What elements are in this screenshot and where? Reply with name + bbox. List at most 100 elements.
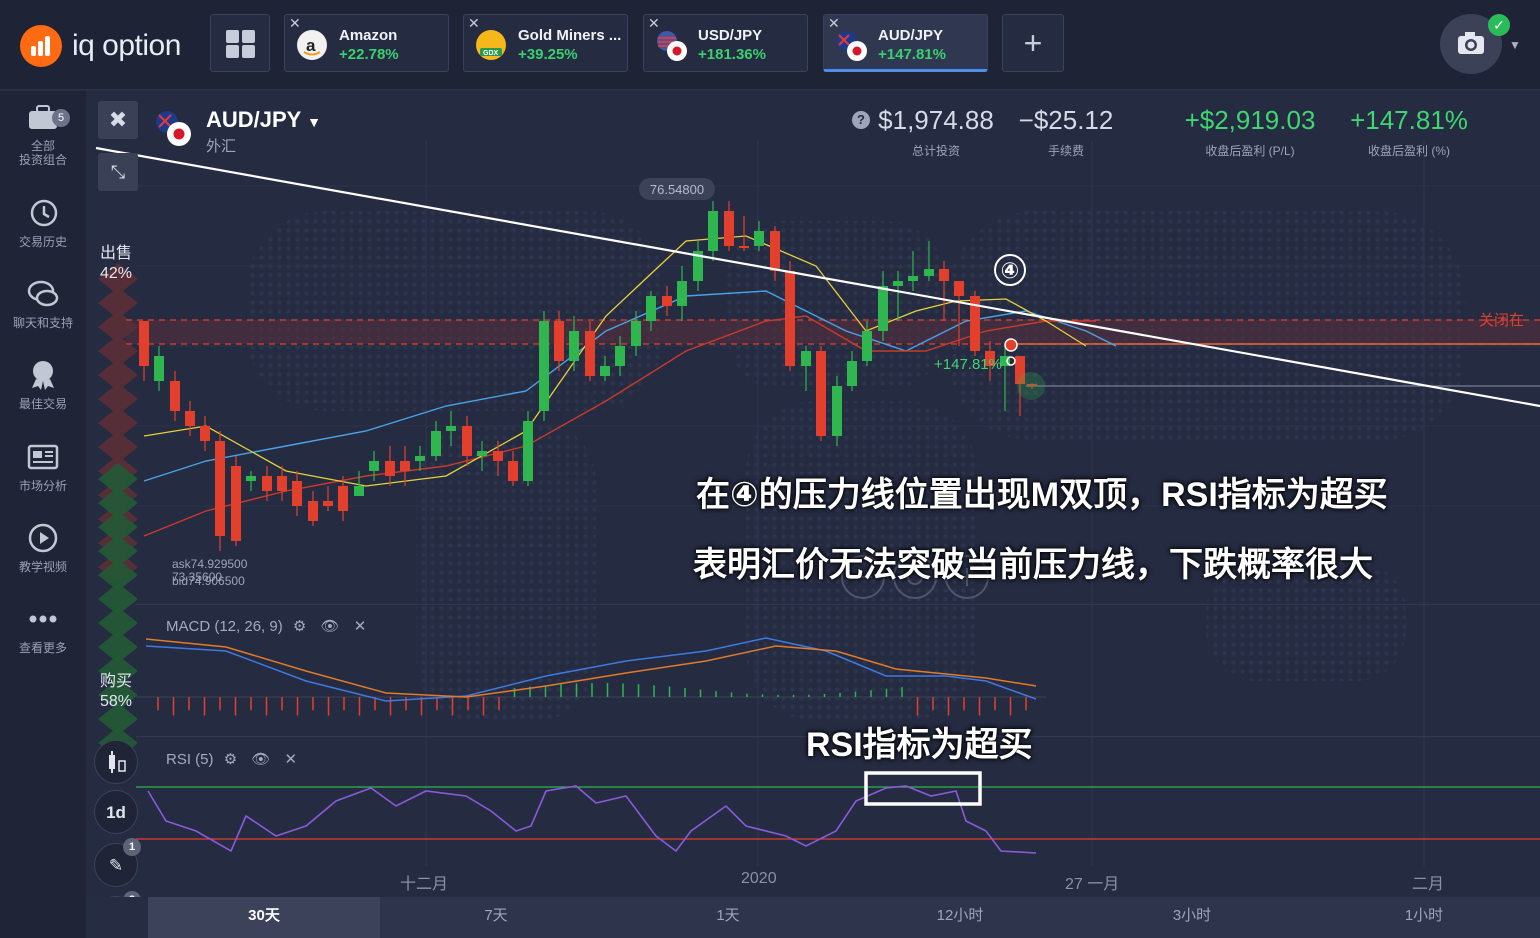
candle-body [816, 351, 826, 436]
candle-body [323, 501, 333, 506]
timeframe-button[interactable]: 1d [94, 790, 138, 834]
logo[interactable]: iq option [20, 25, 181, 67]
candle-body [631, 321, 641, 346]
tab-name: Gold Miners ... [518, 27, 622, 44]
tab-aud-jpy[interactable]: ✕ AUD/JPY +147.81% [823, 14, 988, 72]
check-icon: ✓ [1488, 14, 1510, 36]
pencil-icon: ✎ [108, 856, 124, 875]
timeframe-1h[interactable]: 1小时 [1308, 897, 1540, 938]
eye-icon[interactable]: 👁 [321, 618, 340, 635]
candle-body [493, 451, 503, 461]
timeframe-label: 1d [106, 803, 126, 822]
timeframe-12h[interactable]: 12小时 [844, 897, 1076, 938]
candle-body [246, 476, 256, 481]
asset-type: 外汇 [206, 138, 237, 155]
candle-body [185, 411, 195, 426]
award-icon [27, 359, 59, 391]
candle-body [354, 486, 364, 496]
chevron-down-icon[interactable]: ▼ [1509, 38, 1521, 52]
sidebar-item-label: 聊天和支持 [12, 316, 73, 330]
ask-price: ask74.929500 [172, 557, 248, 571]
gear-icon[interactable]: ⚙ [224, 751, 237, 768]
marker-number: ④ [1001, 259, 1020, 284]
candles-icon [109, 751, 126, 773]
asset-name: AUD/JPY [206, 107, 301, 132]
candle-body [847, 361, 857, 386]
sell-indicator: 出售 42% [100, 244, 132, 284]
candle-body [308, 501, 318, 521]
timeframe-bar: 30天 7天 1天 12小时 3小时 1小时 [148, 897, 1540, 938]
draw-badge: 1 [123, 838, 141, 856]
annotation-rsi: RSI指标为超买 [806, 726, 1033, 764]
candle-body [724, 211, 734, 246]
timeframe-30d[interactable]: 30天 [148, 897, 380, 938]
stat-label: 收盘后盈利 (P/L) [1205, 144, 1295, 158]
candle-body [462, 426, 472, 456]
sidebar-item-market-analysis[interactable]: 市场分析 [0, 441, 86, 493]
tab-name: USD/JPY [698, 27, 763, 44]
candle-body [385, 461, 395, 476]
candle-body [277, 476, 287, 491]
chevron-down-icon: ▼ [307, 114, 321, 130]
candle-body [262, 476, 272, 491]
eye-icon[interactable]: 👁 [251, 751, 270, 768]
candle-body [739, 246, 749, 248]
rsi-line [147, 785, 1037, 854]
macd-label: MACD (12, 26, 9) ⚙ 👁 ✕ [166, 617, 366, 635]
tab-usd-jpy[interactable]: ✕ USD/JPY +181.36% [643, 14, 808, 72]
asset-selector[interactable]: AUD/JPY ▼ [206, 107, 321, 133]
sidebar-item-more[interactable]: 查看更多 [0, 603, 86, 655]
buy-label: 购买 [100, 673, 133, 690]
candle-body [508, 461, 518, 481]
gear-icon[interactable]: ⚙ [293, 618, 306, 635]
candle-body [446, 426, 456, 431]
candle-body [893, 281, 903, 286]
candle-body [477, 451, 487, 456]
candle-body [200, 426, 210, 441]
sidebar-item-portfolio[interactable]: 5 全部 投资组合 [0, 101, 86, 167]
tab-name: AUD/JPY [878, 27, 944, 44]
sidebar-item-tutorials[interactable]: 教学视频 [0, 522, 86, 574]
tab-name: Amazon [339, 27, 398, 44]
candle-body [400, 461, 410, 471]
stat-value: +147.81% [1350, 105, 1468, 135]
candle-body [754, 231, 764, 246]
candle-body [539, 321, 549, 411]
candle-body [662, 296, 672, 306]
candle-body [615, 346, 625, 366]
logo-icon [20, 25, 62, 67]
sidebar-item-chat[interactable]: 聊天和支持 [0, 278, 86, 330]
timeframe-3h[interactable]: 3小时 [1076, 897, 1308, 938]
collapse-button[interactable]: ⤡ [98, 153, 138, 191]
max-price-text: 76.54800 [650, 182, 704, 197]
sidebar-item-label: 查看更多 [18, 641, 67, 655]
rsi-name: RSI (5) [166, 751, 214, 768]
tab-amazon[interactable]: ✕ a Amazon +22.78% [284, 14, 449, 72]
candle-body [292, 481, 302, 506]
candle-body [801, 351, 811, 366]
svg-text:a: a [306, 36, 316, 55]
sidebar-item-best-trades[interactable]: 最佳交易 [0, 359, 86, 411]
position-marker[interactable] [1004, 338, 1018, 352]
asset-grid-button[interactable] [210, 14, 270, 72]
timeframe-7d[interactable]: 7天 [380, 897, 612, 938]
gold-miners-icon: GDX [476, 30, 506, 60]
sidebar-item-history[interactable]: 交易历史 [0, 197, 86, 249]
sidebar-item-label: 全部 投资组合 [18, 139, 67, 167]
candle-body [154, 356, 164, 381]
chart-type-button[interactable] [94, 740, 138, 784]
close-icon[interactable]: ✕ [354, 618, 367, 635]
draw-tool-button[interactable]: ✎ 1 [94, 838, 141, 887]
candle-body [431, 431, 441, 456]
help-icon[interactable]: ? [852, 111, 870, 129]
close-chart-button[interactable]: ✖ [98, 101, 138, 139]
add-tab-button[interactable]: + [1002, 14, 1064, 72]
timeframe-1d[interactable]: 1天 [612, 897, 844, 938]
tab-gold-miners[interactable]: ✕ GDX Gold Miners ... +39.25% [463, 14, 628, 72]
candle-body [878, 286, 888, 331]
candle-body [785, 271, 795, 366]
close-icon[interactable]: ✕ [285, 751, 298, 768]
close-at-label: 关闭在 [1479, 312, 1524, 329]
chart-area[interactable]: 76.54800 关闭在 ④ +147.81% ask74.929500 73.… [86, 91, 1540, 897]
aud-jpy-flag-icon [154, 109, 194, 149]
